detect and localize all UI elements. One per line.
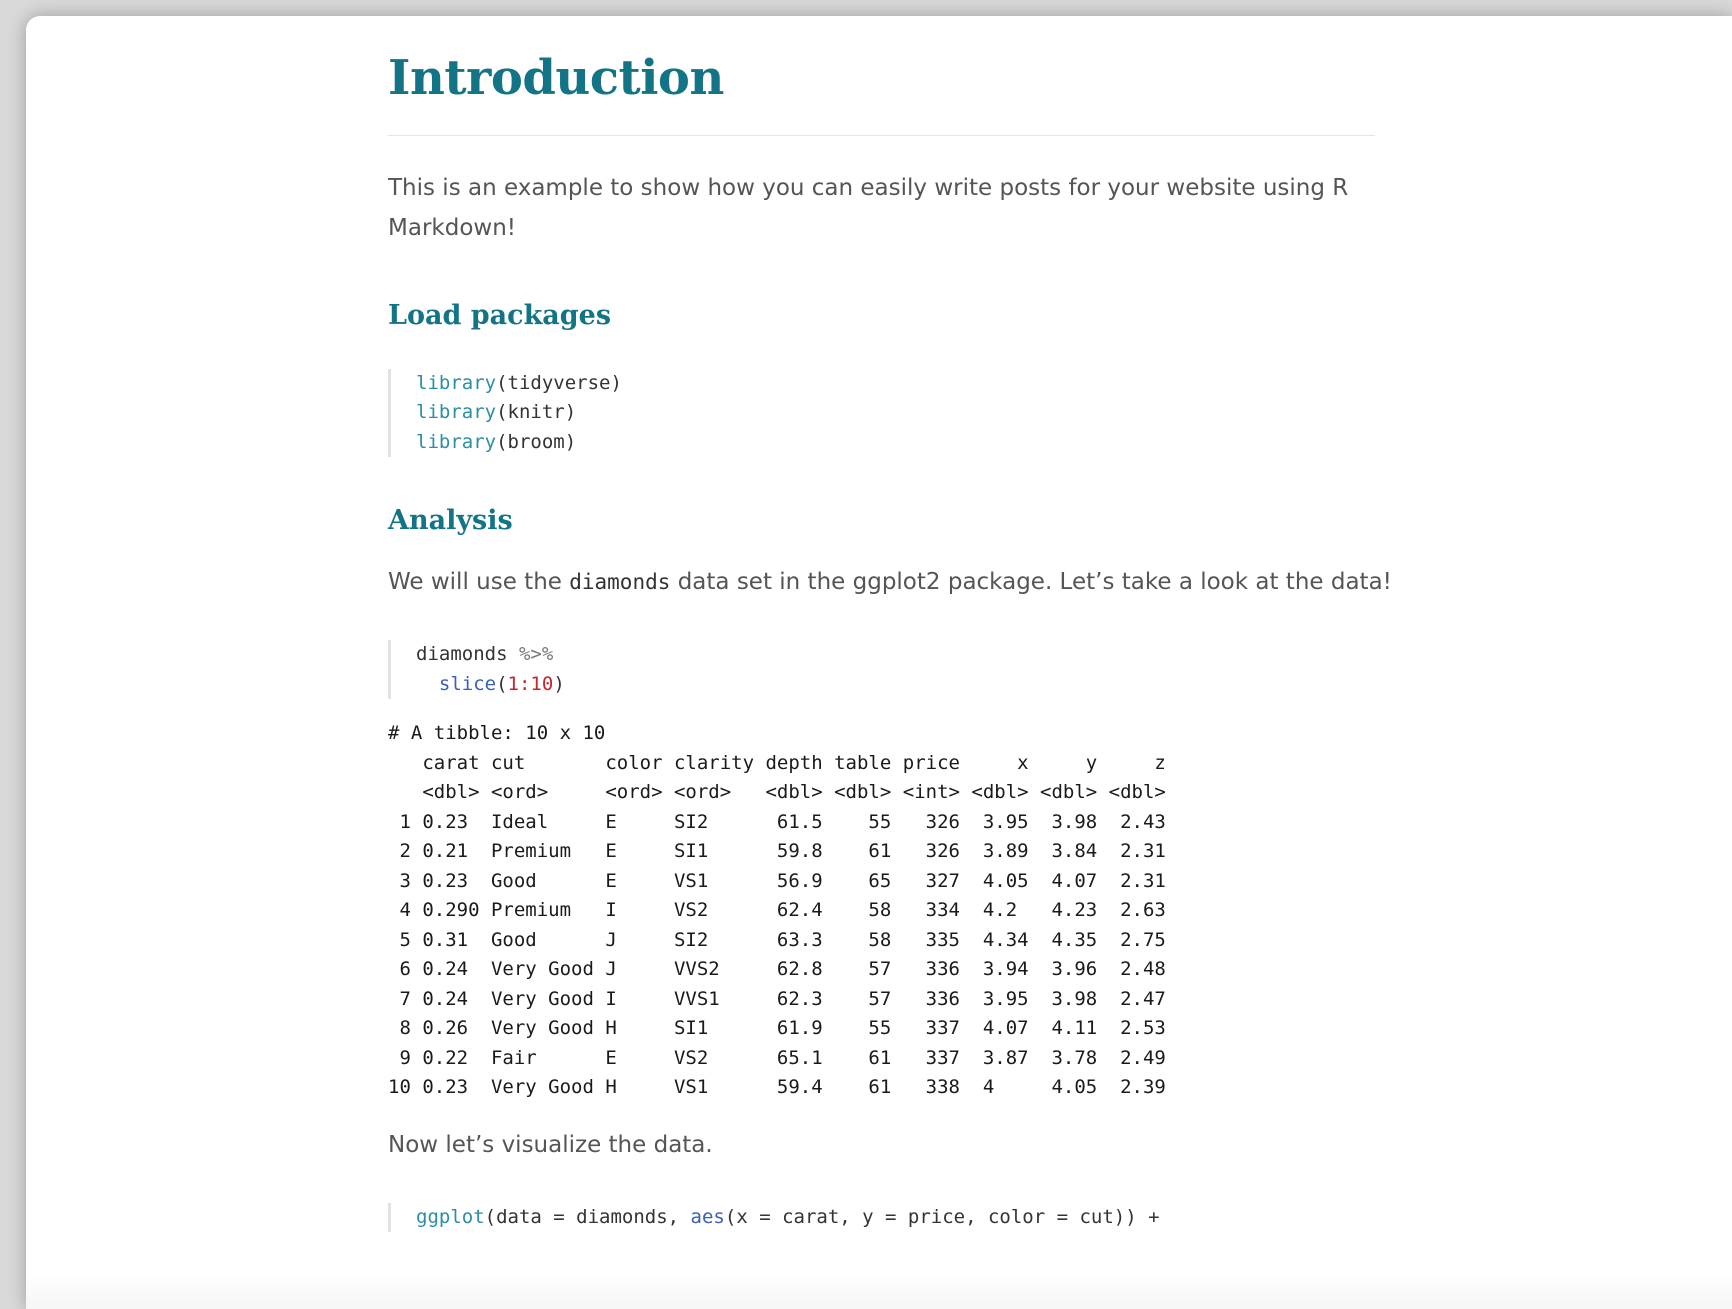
output-row: 1 0.23 Ideal E SI2 61.5 55 326 3.95 3.98… — [388, 810, 1166, 833]
code-argument: tidyverse — [507, 371, 611, 394]
code-punct: ) — [564, 430, 577, 453]
code-line: slice(1:10) — [416, 670, 1398, 700]
output-columns: carat cut color clarity depth table pric… — [388, 751, 1166, 774]
code-punct: ) — [610, 371, 622, 394]
visualize-paragraph: Now let’s visualize the data. — [388, 1131, 713, 1158]
code-line: ggplot(data = diamonds, aes(x = carat, y… — [416, 1203, 1398, 1233]
code-block-ggplot[interactable]: ggplot(data = diamonds, aes(x = carat, y… — [388, 1202, 1398, 1233]
section-heading-analysis: Analysis — [388, 505, 513, 537]
output-row: 9 0.22 Fair E VS2 65.1 61 337 3.87 3.78 … — [388, 1046, 1166, 1069]
code-block-slice[interactable]: diamonds %>% slice(1:10) — [388, 640, 1398, 700]
code-line: library(tidyverse) — [416, 369, 1398, 399]
browser-window: Introduction This is an example to show … — [26, 16, 1732, 1309]
code-argument: knitr — [507, 401, 565, 424]
code-punct: ) — [553, 672, 565, 695]
code-number: 1:10 — [507, 672, 554, 695]
output-types: <dbl> <ord> <ord> <ord> <dbl> <dbl> <int… — [388, 781, 1166, 804]
tibble-output: # A tibble: 10 x 10 carat cut color clar… — [388, 719, 1398, 1103]
code-punct: ( — [496, 371, 508, 394]
code-arguments: (data = diamonds, — [484, 1205, 691, 1228]
code-function: library — [416, 371, 497, 394]
code-arguments: (x = carat, y = price, color = cut)) + — [724, 1205, 1160, 1228]
code-line: library(broom) — [416, 428, 1398, 458]
output-row: 7 0.24 Very Good I VVS1 62.3 57 336 3.95… — [388, 987, 1166, 1010]
output-row: 2 0.21 Premium E SI1 59.8 61 326 3.89 3.… — [388, 840, 1166, 863]
code-function: aes — [690, 1205, 725, 1228]
inline-code-diamonds: diamonds — [569, 570, 671, 595]
code-punct: ( — [496, 430, 508, 453]
code-punct: ( — [496, 672, 508, 695]
code-function: slice — [438, 672, 497, 695]
output-row: 10 0.23 Very Good H VS1 59.4 61 338 4 4.… — [388, 1076, 1166, 1099]
intro-paragraph: This is an example to show how you can e… — [388, 174, 1349, 241]
output-row: 8 0.26 Very Good H SI1 61.9 55 337 4.07 … — [388, 1017, 1166, 1040]
title-divider — [388, 134, 1375, 136]
output-row: 3 0.23 Good E VS1 56.9 65 327 4.05 4.07 … — [388, 869, 1166, 892]
code-pipe-operator: %>% — [507, 643, 554, 666]
code-object: diamonds — [416, 643, 508, 666]
article-content: Introduction This is an example to show … — [388, 16, 1398, 1233]
code-function: library — [416, 430, 497, 453]
code-line: library(knitr) — [416, 398, 1398, 428]
code-punct: ( — [496, 401, 508, 424]
code-function: library — [416, 401, 497, 424]
page-title: Introduction — [388, 50, 724, 106]
analysis-paragraph: We will use the diamonds data set in the… — [388, 562, 1398, 602]
code-punct: ) — [564, 401, 577, 424]
analysis-text: data set in the ggplot2 package. Let’s t… — [670, 569, 1392, 596]
output-row: 4 0.290 Premium I VS2 62.4 58 334 4.2 4.… — [388, 899, 1166, 922]
code-argument: broom — [507, 430, 565, 453]
output-header: # A tibble: 10 x 10 — [388, 722, 606, 745]
section-heading-load-packages: Load packages — [388, 299, 612, 331]
code-block-packages[interactable]: library(tidyverse) library(knitr) library(… — [388, 368, 1398, 458]
analysis-text: We will use the — [388, 569, 570, 596]
code-line: diamonds %>% — [416, 640, 1398, 670]
bottom-shadow — [26, 1271, 1732, 1309]
output-row: 5 0.31 Good J SI2 63.3 58 335 4.34 4.35 … — [388, 928, 1166, 951]
output-row: 6 0.24 Very Good J VVS2 62.8 57 336 3.94… — [388, 958, 1166, 981]
code-function: ggplot — [416, 1205, 485, 1228]
